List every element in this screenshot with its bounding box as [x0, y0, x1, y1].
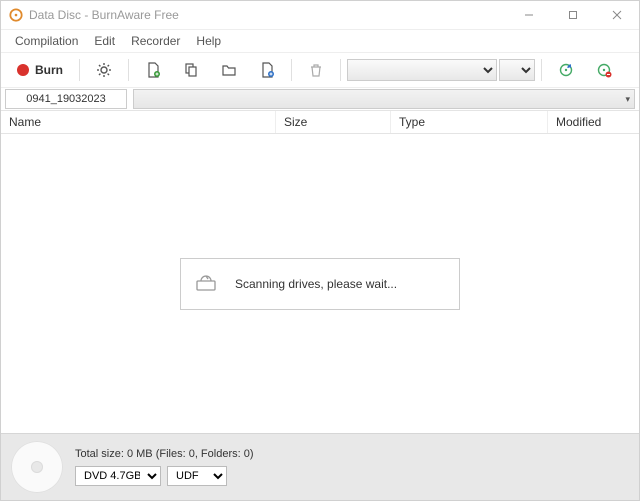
menu-recorder[interactable]: Recorder	[123, 32, 188, 50]
eject-drive-button[interactable]	[586, 57, 622, 83]
column-type[interactable]: Type	[391, 111, 548, 133]
disc-refresh-icon	[558, 62, 574, 78]
chevron-down-icon: ▾	[625, 94, 630, 105]
column-size[interactable]: Size	[276, 111, 391, 133]
record-icon	[17, 64, 29, 76]
copy-icon	[183, 62, 199, 78]
copy-button[interactable]	[173, 57, 209, 83]
separator	[128, 59, 129, 81]
burn-label: Burn	[35, 63, 63, 77]
file-add-icon	[145, 62, 161, 78]
disc-label-input[interactable]: 0941_19032023	[5, 89, 127, 109]
file-list-area: Scanning drives, please wait...	[1, 134, 639, 433]
disc-graphic-icon	[11, 441, 63, 493]
scanning-message: Scanning drives, please wait...	[235, 277, 397, 291]
menubar: Compilation Edit Recorder Help	[1, 30, 639, 53]
disc-bar: 0941_19032023 ▾	[1, 88, 639, 111]
column-headers: Name Size Type Modified	[1, 111, 639, 134]
trash-icon	[308, 62, 324, 78]
filesystem-select[interactable]: UDF	[167, 466, 227, 486]
separator	[79, 59, 80, 81]
titlebar: Data Disc - BurnAware Free	[1, 1, 639, 30]
window-controls	[507, 1, 639, 29]
separator	[340, 59, 341, 81]
new-file-button[interactable]	[249, 57, 285, 83]
disc-eject-icon	[596, 62, 612, 78]
app-icon	[9, 8, 23, 22]
window-title: Data Disc - BurnAware Free	[29, 8, 507, 22]
capacity-bar[interactable]: ▾	[133, 89, 635, 109]
separator	[291, 59, 292, 81]
menu-help[interactable]: Help	[188, 32, 229, 50]
refresh-drive-button[interactable]	[548, 57, 584, 83]
menu-compilation[interactable]: Compilation	[7, 32, 86, 50]
speed-select[interactable]	[499, 59, 535, 81]
gear-icon	[96, 62, 112, 78]
media-type-select[interactable]: DVD 4.7GB	[75, 466, 161, 486]
burn-button[interactable]: Burn	[7, 57, 73, 83]
toolbar: Burn	[1, 53, 639, 88]
total-size-text: Total size: 0 MB (Files: 0, Folders: 0)	[75, 448, 254, 460]
add-file-button[interactable]	[135, 57, 171, 83]
column-name[interactable]: Name	[1, 111, 276, 133]
drive-scan-icon	[195, 271, 217, 296]
main-window: Data Disc - BurnAware Free Compilation E…	[0, 0, 640, 501]
maximize-button[interactable]	[551, 1, 595, 29]
menu-edit[interactable]: Edit	[86, 32, 123, 50]
file-plus-icon	[259, 62, 275, 78]
scanning-dialog: Scanning drives, please wait...	[180, 258, 460, 310]
drive-select[interactable]	[347, 59, 497, 81]
delete-button[interactable]	[298, 57, 334, 83]
statusbar: Total size: 0 MB (Files: 0, Folders: 0) …	[1, 433, 639, 500]
column-modified[interactable]: Modified	[548, 111, 639, 133]
options-button[interactable]	[86, 57, 122, 83]
status-info: Total size: 0 MB (Files: 0, Folders: 0) …	[75, 448, 254, 486]
add-folder-button[interactable]	[211, 57, 247, 83]
folder-icon	[221, 62, 237, 78]
separator	[541, 59, 542, 81]
close-button[interactable]	[595, 1, 639, 29]
minimize-button[interactable]	[507, 1, 551, 29]
